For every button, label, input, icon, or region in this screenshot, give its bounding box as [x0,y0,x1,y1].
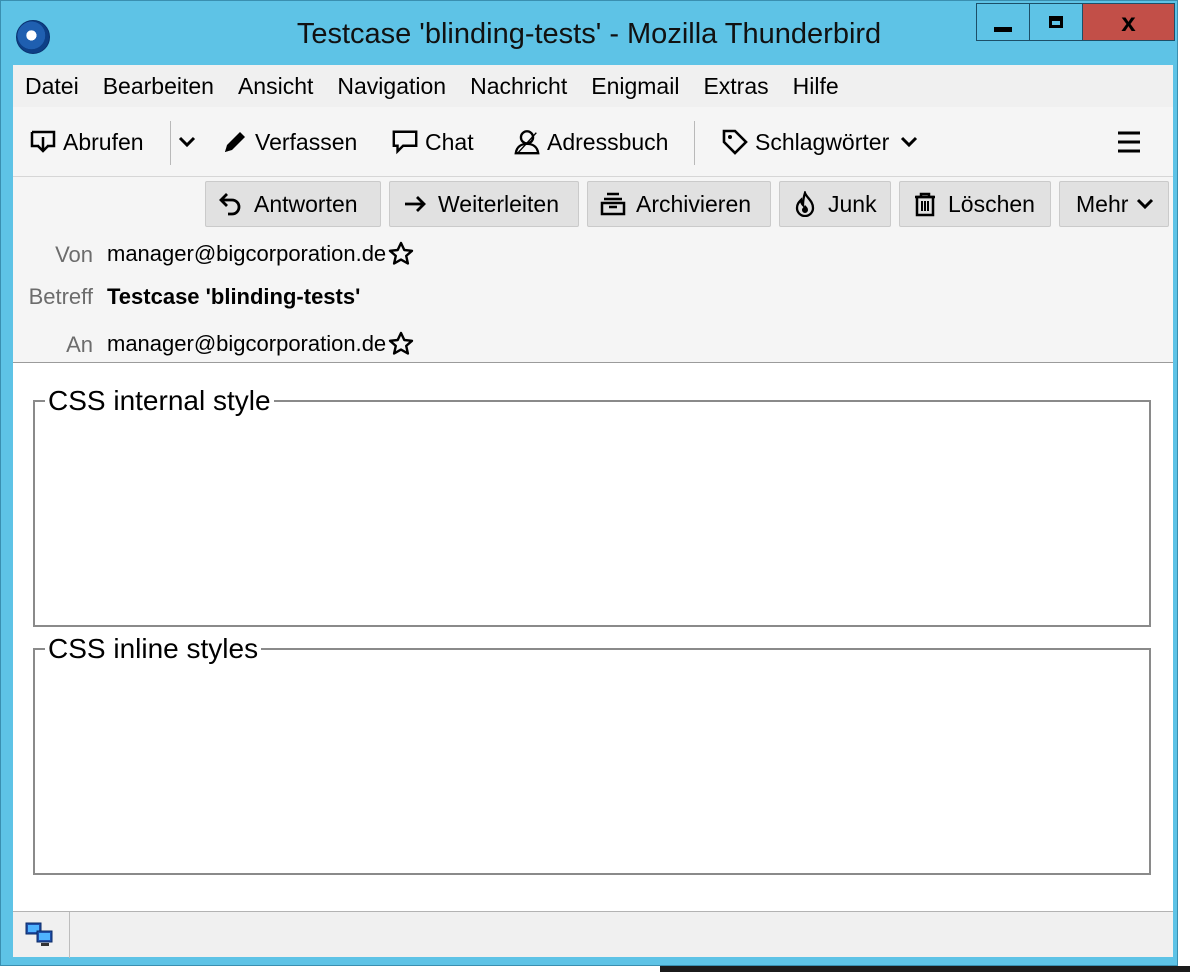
toolbar-separator [170,121,171,165]
from-address-text: manager@bigcorporation.de [107,241,387,266]
menu-extras[interactable]: Extras [703,73,768,100]
chevron-down-icon [173,128,201,156]
antworten-button[interactable]: Antworten [205,181,381,227]
thunderbird-window: Testcase 'blinding-tests' - Mozilla Thun… [0,0,1178,966]
title-bar[interactable]: Testcase 'blinding-tests' - Mozilla Thun… [1,1,1177,65]
menu-hilfe[interactable]: Hilfe [793,73,839,100]
menu-enigmail[interactable]: Enigmail [591,73,679,100]
chat-button[interactable]: Chat [391,121,474,163]
menu-navigation[interactable]: Navigation [337,73,446,100]
download-mail-icon [29,128,57,156]
mehr-label: Mehr [1076,190,1129,217]
css-internal-style-section: CSS internal style [33,385,1151,627]
chat-bubble-icon [391,128,419,156]
archivieren-button[interactable]: Archivieren [587,181,771,227]
to-address-text: manager@bigcorporation.de [107,331,387,356]
junk-button[interactable]: Junk [779,181,891,227]
chat-label: Chat [425,128,474,155]
adressbuch-label: Adressbuch [547,128,669,155]
toolbar-separator [694,121,695,165]
archive-box-icon [600,191,626,217]
close-icon: x [1121,7,1136,37]
status-bar-separator [69,912,70,958]
verfassen-button[interactable]: Verfassen [221,121,357,163]
taskbar-fragment [660,966,1190,972]
chevron-down-icon [1134,191,1156,217]
minimize-button[interactable] [976,3,1030,41]
flame-icon [792,191,818,217]
star-icon[interactable] [388,241,414,267]
loeschen-label: Löschen [948,190,1035,217]
loeschen-button[interactable]: Löschen [899,181,1051,227]
junk-label: Junk [828,190,877,217]
maximize-button[interactable] [1030,3,1083,41]
tag-icon [721,128,749,156]
reply-icon [218,191,244,217]
app-menu-button[interactable] [1115,121,1149,163]
from-label: Von [55,242,93,267]
antworten-label: Antworten [254,190,358,217]
to-address[interactable]: manager@bigcorporation.de [107,331,414,357]
subject-label: Betreff [28,284,93,309]
desktop-edge-right [1176,0,1190,972]
address-book-icon [513,128,541,156]
menu-bar: Datei Bearbeiten Ansicht Navigation Nach… [13,65,1173,107]
css-inline-styles-section: CSS inline styles [33,633,1151,875]
schlagwoerter-button[interactable]: Schlagwörter [721,121,923,163]
message-header-pane: Antworten Weiterleiten Archivieren Junk … [13,177,1173,363]
menu-nachricht[interactable]: Nachricht [470,73,567,100]
adressbuch-button[interactable]: Adressbuch [513,121,668,163]
to-label: An [66,332,93,357]
minimize-icon [994,26,1012,32]
main-toolbar: Abrufen Verfassen Chat Adressbuch Schlag… [13,107,1173,177]
status-bar [13,911,1173,958]
section-legend: CSS internal style [48,385,271,416]
menu-datei[interactable]: Datei [25,73,79,100]
abrufen-dropdown-button[interactable] [173,121,207,163]
maximize-icon [1049,16,1063,28]
abrufen-button[interactable]: Abrufen [29,121,144,163]
chevron-down-icon [895,128,923,156]
star-icon[interactable] [388,331,414,357]
menu-bearbeiten[interactable]: Bearbeiten [103,73,214,100]
window-title: Testcase 'blinding-tests' - Mozilla Thun… [296,18,882,50]
message-body[interactable]: CSS internal style CSS inline styles [13,363,1173,911]
subject-text: Testcase 'blinding-tests' [107,284,361,309]
weiterleiten-label: Weiterleiten [438,190,560,217]
online-status-icon[interactable] [25,921,55,949]
trash-icon [912,191,938,217]
thunderbird-app-icon[interactable] [16,20,50,54]
schlagwoerter-label: Schlagwörter [755,128,890,155]
weiterleiten-button[interactable]: Weiterleiten [389,181,579,227]
mehr-button[interactable]: Mehr [1059,181,1169,227]
archivieren-label: Archivieren [636,190,752,217]
section-legend: CSS inline styles [48,633,259,664]
close-button[interactable]: x [1083,3,1175,41]
abrufen-label: Abrufen [63,128,144,155]
pencil-icon [221,128,249,156]
menu-ansicht[interactable]: Ansicht [238,73,313,100]
hamburger-menu-icon [1115,128,1143,156]
forward-arrow-icon [402,191,428,217]
verfassen-label: Verfassen [255,128,358,155]
from-address[interactable]: manager@bigcorporation.de [107,241,414,267]
